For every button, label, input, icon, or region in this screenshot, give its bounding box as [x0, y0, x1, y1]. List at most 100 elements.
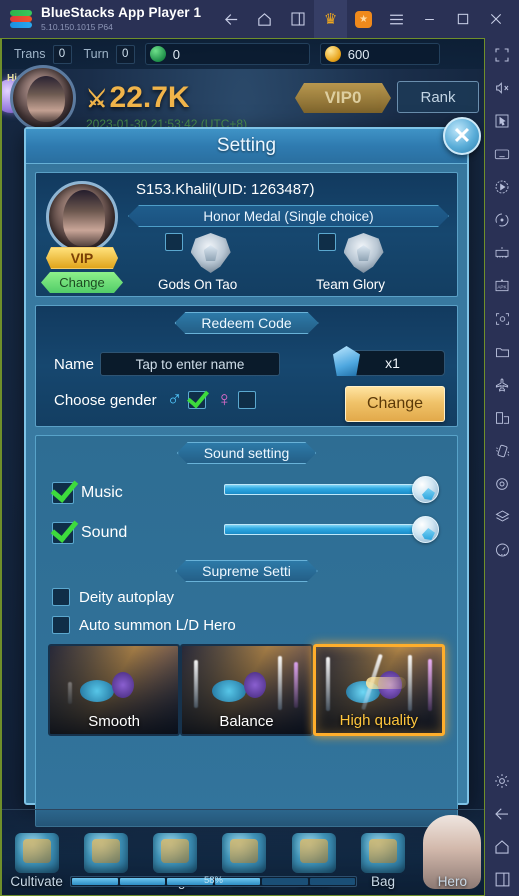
close-icon[interactable]: [479, 0, 512, 38]
keyboard-icon[interactable]: [485, 137, 519, 170]
account-uid: S153.Khalil(UID: 1263487): [136, 181, 315, 198]
name-label: Name: [54, 355, 95, 373]
checkbox[interactable]: [164, 233, 183, 251]
macro-record-icon[interactable]: [485, 170, 519, 203]
nav-item-bag[interactable]: Bag: [348, 833, 417, 895]
gold-currency[interactable]: 600: [319, 43, 440, 65]
sound-supreme-panel: Sound setting Music Sound Supreme Setti …: [35, 435, 458, 827]
settings-gear-icon[interactable]: [485, 764, 519, 797]
female-checkbox[interactable]: [238, 391, 257, 409]
progress-bar: 58%: [70, 875, 357, 887]
forge-icon: [153, 833, 198, 873]
sound-volume-slider[interactable]: [224, 516, 439, 543]
music-label: Music: [81, 484, 123, 501]
battle-power: ⚔22.7K: [86, 81, 190, 115]
honor-medal-banner: Honor Medal (Single choice): [128, 205, 449, 227]
sound-label: Sound: [81, 524, 128, 541]
home-icon[interactable]: [248, 0, 281, 38]
quality-option-high-quality[interactable]: High quality: [312, 644, 446, 736]
quality-option-smooth[interactable]: Smooth: [48, 644, 181, 736]
music-volume-slider[interactable]: [224, 476, 439, 503]
jade-icon: [149, 46, 166, 62]
performance-icon[interactable]: [485, 533, 519, 566]
svg-text:APK: APK: [497, 284, 507, 289]
maximize-icon[interactable]: [446, 0, 479, 38]
supreme-setting-title: Supreme Setti: [175, 560, 318, 582]
checkbox[interactable]: [52, 616, 70, 634]
shake-icon[interactable]: [485, 434, 519, 467]
nav-item-cultivate[interactable]: Cultivate: [2, 833, 71, 895]
change-avatar-button[interactable]: Change: [41, 272, 123, 293]
slider-track: [224, 524, 420, 535]
medal-option-team-glory[interactable]: Team Glory: [316, 233, 385, 292]
media-folder-icon[interactable]: [485, 335, 519, 368]
nav-label: Cultivate: [10, 874, 63, 889]
fullscreen-icon[interactable]: [485, 38, 519, 71]
back-icon[interactable]: [215, 0, 248, 38]
copy-instance-icon[interactable]: [485, 401, 519, 434]
location-icon[interactable]: [485, 467, 519, 500]
game-viewport: Trans 0 Turn 0 0 600 High 69 ⚔22.7K VIP0…: [0, 38, 485, 896]
medal-option-gods-on-tao[interactable]: Gods On Tao: [158, 233, 237, 292]
rename-item-count[interactable]: x1: [333, 346, 445, 376]
app-title-block: BlueStacks App Player 1 5.10.150.1015 P6…: [41, 6, 201, 31]
quality-option-balance[interactable]: Balance: [180, 644, 313, 736]
mute-icon[interactable]: [485, 71, 519, 104]
deity-autoplay-row[interactable]: Deity autoplay: [52, 588, 174, 606]
multi-instance-manager-icon[interactable]: [485, 236, 519, 269]
jade-currency[interactable]: 0: [144, 43, 310, 65]
install-apk-icon[interactable]: APK: [485, 269, 519, 302]
avatar[interactable]: [46, 181, 118, 253]
male-checkbox[interactable]: [188, 391, 207, 409]
cursor-icon[interactable]: [485, 104, 519, 137]
medal-label: Gods On Tao: [158, 277, 238, 292]
option-label: Auto summon L/D Hero: [79, 616, 236, 634]
astras-icon: [222, 833, 267, 873]
change-name-button[interactable]: Change: [345, 386, 445, 422]
preview-art: [316, 653, 442, 711]
rotate-icon[interactable]: [485, 203, 519, 236]
gender-row: Choose gender ♂ ♀: [54, 388, 257, 412]
checkbox[interactable]: [317, 233, 336, 251]
turn-value: 0: [115, 44, 135, 64]
slider-knob[interactable]: [412, 516, 439, 543]
redeem-code-title: Redeem Code: [174, 312, 318, 334]
music-checkbox[interactable]: [52, 482, 74, 504]
multi-instance-icon[interactable]: [281, 0, 314, 38]
collapse-sidebar-icon[interactable]: [512, 0, 519, 38]
app-title: BlueStacks App Player 1: [41, 5, 202, 21]
dialog-body: VIP Change S153.Khalil(UID: 1263487) Hon…: [26, 164, 467, 827]
home-icon[interactable]: [485, 830, 519, 863]
rank-button[interactable]: Rank: [397, 81, 479, 113]
trans-label: Trans: [14, 47, 46, 61]
layers-icon[interactable]: [485, 500, 519, 533]
airplane-mode-icon[interactable]: [485, 368, 519, 401]
bsx-badge: ★: [355, 10, 373, 28]
bluestacks-x-icon[interactable]: ★: [347, 0, 380, 38]
progress-label: 58%: [203, 875, 223, 886]
screenshot-icon[interactable]: [485, 302, 519, 335]
male-symbol-icon: ♂: [166, 388, 183, 411]
premium-crown-icon[interactable]: ♛: [314, 0, 348, 38]
bag-icon: [361, 833, 406, 873]
auto-summon-row[interactable]: Auto summon L/D Hero: [52, 616, 236, 634]
close-icon[interactable]: ✕: [443, 117, 481, 155]
menu-icon[interactable]: [380, 0, 413, 38]
minimize-icon[interactable]: [413, 0, 446, 38]
back-icon[interactable]: [485, 797, 519, 830]
gold-value: 600: [347, 46, 370, 62]
checkbox[interactable]: [52, 588, 70, 606]
titlebar: BlueStacks App Player 1 5.10.150.1015 P6…: [0, 0, 519, 38]
sound-checkbox[interactable]: [52, 522, 74, 544]
nav-item-hero[interactable]: Hero: [418, 815, 484, 895]
vip-button[interactable]: VIP0: [295, 83, 391, 113]
crown-glyph: ♛: [323, 10, 338, 28]
hud-top-bar: Trans 0 Turn 0 0 600: [2, 39, 484, 69]
recent-apps-icon[interactable]: [485, 863, 519, 896]
slider-knob[interactable]: [412, 476, 439, 503]
medal-icon: [190, 233, 231, 273]
name-input[interactable]: Tap to enter name: [100, 352, 281, 376]
avatar[interactable]: [10, 65, 76, 131]
app-version: 5.10.150.1015 P64: [41, 21, 113, 32]
medal-icon: [343, 233, 384, 273]
